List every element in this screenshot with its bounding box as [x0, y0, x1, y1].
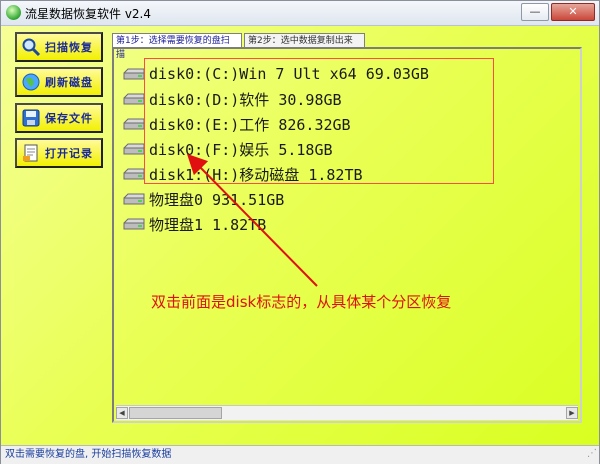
status-text: 双击需要恢复的盘, 开始扫描恢复数据	[5, 449, 172, 460]
annotation-text: 双击前面是disk标志的，从具体某个分区恢复	[151, 293, 452, 311]
resize-grip-icon[interactable]: ⋰	[587, 445, 597, 463]
app-window: 流星数据恢复软件 v2.4 — ✕ 扫描恢复 刷新磁盘 保存文件 打开记录 第1…	[0, 0, 600, 464]
status-bar: 双击需要恢复的盘, 开始扫描恢复数据 ⋰	[1, 445, 599, 464]
annotation-arrow	[186, 153, 318, 287]
